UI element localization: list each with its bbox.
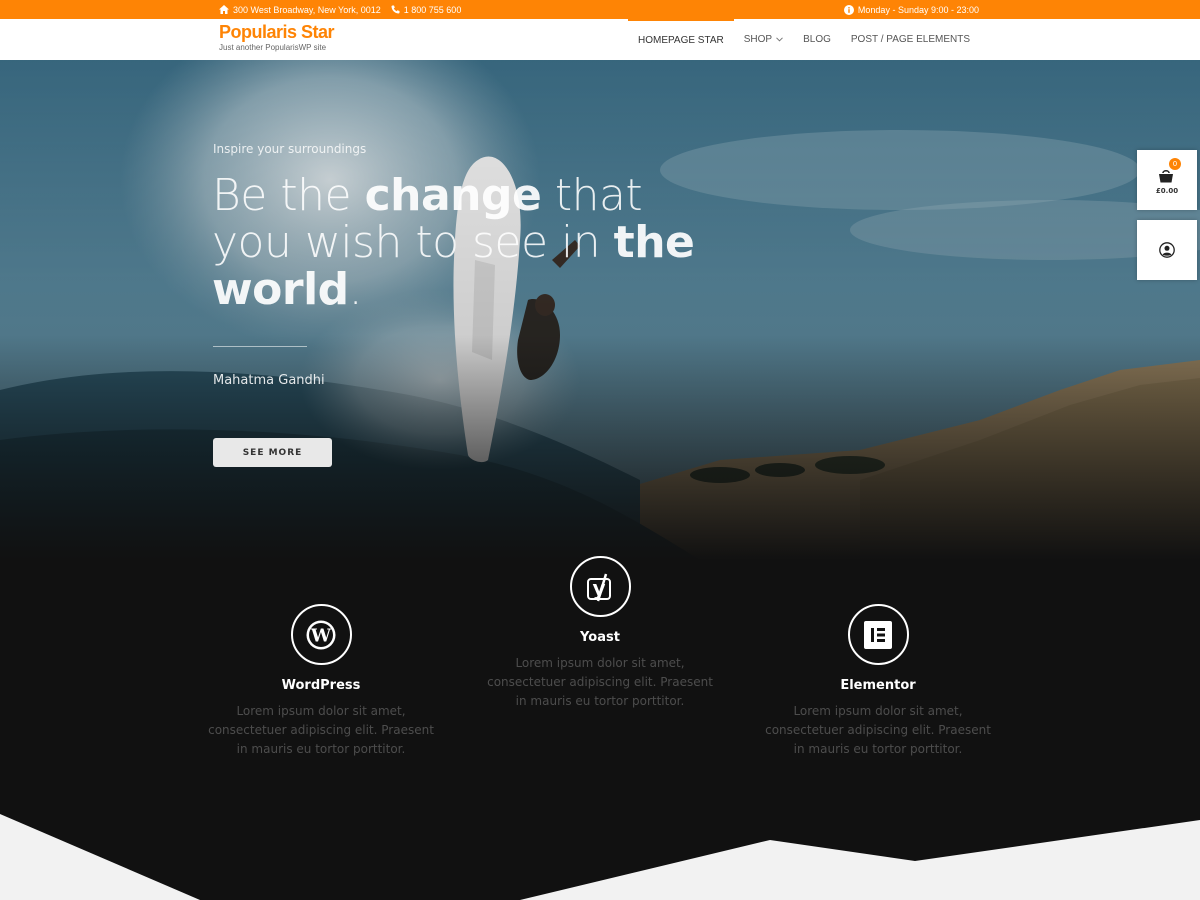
nav-label: Post / Page Elements (850, 34, 970, 45)
info-icon (843, 4, 854, 15)
feature-elementor: Elementor Lorem ipsum dolor sit amet, co… (758, 604, 998, 759)
feature-icon-circle: y (569, 556, 631, 617)
cart-widget[interactable]: 0 £0.00 (1137, 150, 1197, 210)
hero-section: Inspire your surroundings Be the change … (0, 60, 1200, 560)
phone-text: 1 800 755 600 (403, 4, 462, 15)
feature-icon-circle (847, 604, 909, 665)
feature-title: Yoast (580, 630, 620, 645)
feature-yoast: y Yoast Lorem ipsum dolor sit amet, cons… (480, 556, 720, 711)
hero-heading-part: Be the (212, 170, 365, 221)
hero-heading-part: . (348, 264, 363, 315)
hero-divider (213, 346, 307, 347)
hero-eyebrow: Inspire your surroundings (213, 142, 367, 156)
feature-title: WordPress (281, 678, 361, 693)
chevron-down-icon (776, 37, 783, 42)
feature-title: Elementor (840, 678, 916, 693)
cart-total: £0.00 (1155, 186, 1179, 195)
nav-item-shop[interactable]: Shop (734, 19, 793, 60)
site-title[interactable]: Popularis Star (219, 21, 335, 43)
svg-text:W: W (310, 625, 332, 646)
cart-count-badge: 0 (1169, 157, 1181, 170)
user-icon (1159, 242, 1175, 258)
see-more-button[interactable]: SEE MORE (213, 438, 332, 467)
account-widget[interactable] (1137, 220, 1197, 280)
site-description: Just another PopularisWP site (219, 43, 327, 52)
feature-text: Lorem ipsum dolor sit amet, consectetuer… (765, 704, 991, 756)
elementor-icon (864, 620, 892, 649)
phone-item: 1 800 755 600 (391, 4, 462, 15)
nav-label: Blog (803, 34, 831, 45)
nav-item-homepage-star[interactable]: Homepage Star (627, 19, 734, 60)
address-item: 300 West Broadway, New York, 0012 (219, 5, 381, 15)
site-branding[interactable]: Popularis Star Just another PopularisWP … (219, 21, 335, 53)
nav-item-blog[interactable]: Blog (793, 19, 841, 60)
cart-icon-wrap: 0 (1157, 157, 1181, 186)
address-text: 300 West Broadway, New York, 0012 (233, 4, 381, 15)
shopping-bag-icon (1159, 169, 1173, 182)
feature-icon-circle: W (290, 604, 352, 665)
nav-label: Homepage Star (637, 35, 724, 46)
feature-text: Lorem ipsum dolor sit amet, consectetuer… (487, 656, 713, 708)
feature-text: Lorem ipsum dolor sit amet, consectetuer… (208, 704, 434, 756)
nav-label: Shop (743, 34, 773, 45)
wordpress-icon: W (306, 620, 336, 649)
hero-heading: Be the change that you wish to see in th… (212, 172, 732, 313)
home-icon (219, 5, 229, 14)
feature-wordpress: W WordPress Lorem ipsum dolor sit amet, … (201, 604, 441, 759)
main-nav: Homepage Star Shop Blog Post / Page Elem… (627, 19, 980, 60)
nav-item-post-page-elements[interactable]: Post / Page Elements (841, 19, 980, 60)
hours-text: Monday - Sunday 9:00 - 23:00 (857, 4, 979, 15)
section-divider-shape (0, 814, 1200, 900)
yoast-icon: y (587, 573, 611, 601)
phone-icon (391, 5, 400, 14)
quote-author: Mahatma Gandhi (213, 373, 325, 388)
hero-heading-emphasis: change (364, 170, 542, 221)
top-bar: 300 West Broadway, New York, 0012 1 800 … (0, 0, 1200, 19)
site-header: Popularis Star Just another PopularisWP … (0, 19, 1200, 60)
hours-item: Monday - Sunday 9:00 - 23:00 (843, 4, 979, 15)
